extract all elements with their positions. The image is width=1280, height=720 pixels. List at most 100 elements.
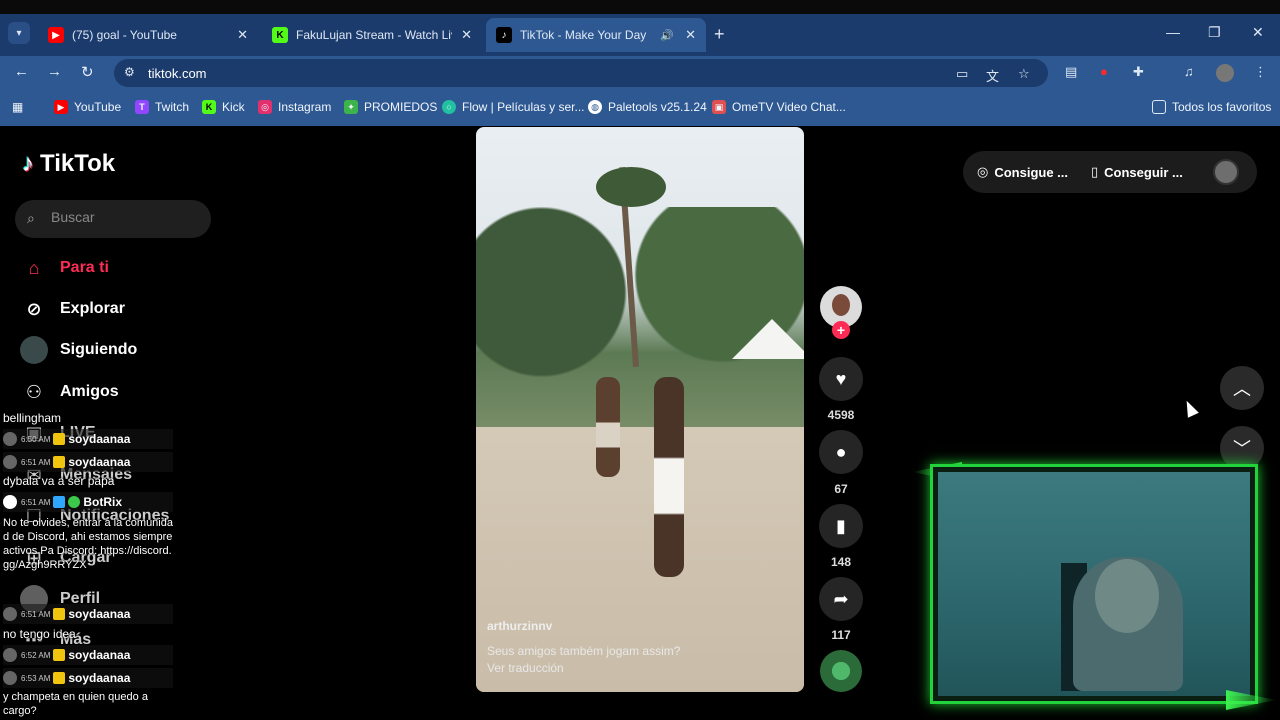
follow-button[interactable]: +: [832, 321, 850, 339]
puzzle-icon[interactable]: ✚: [1133, 64, 1144, 80]
site-info-icon[interactable]: ⚙: [124, 65, 135, 79]
nav-siguiendo[interactable]: Siguiendo: [20, 335, 137, 365]
video-author[interactable]: arthurzinnv: [487, 619, 552, 633]
bookmark-promiedos[interactable]: ✦ PROMIEDOS: [344, 100, 437, 114]
bookmark-instagram[interactable]: ◎ Instagram: [258, 100, 331, 114]
save-button[interactable]: ▮: [819, 504, 863, 548]
bookmark-paletools[interactable]: ◍ Paletools v25.1.24: [588, 100, 707, 114]
chat-text: dybala va a ser papa: [3, 474, 115, 488]
extension-icon[interactable]: ▤: [1065, 64, 1077, 80]
bookmark-kick[interactable]: K Kick: [202, 100, 245, 114]
opera-icon[interactable]: ●: [1100, 64, 1108, 79]
search-box[interactable]: ⌕: [15, 200, 211, 238]
speaker-icon[interactable]: 🔊: [660, 29, 674, 42]
chat-avatar: [3, 648, 17, 662]
music-disc[interactable]: [820, 650, 862, 692]
previous-video-button[interactable]: ︿: [1220, 366, 1264, 410]
menu-icon[interactable]: ⋮: [1254, 64, 1267, 80]
chat-text: No te olvides, entrar a la comunidad de …: [3, 517, 173, 571]
screen: ▾ ▶ (75) goal - YouTube ✕ K FakuLujan St…: [0, 0, 1280, 720]
kick-icon: K: [272, 27, 288, 43]
bookmark-label: OmeTV Video Chat...: [732, 100, 846, 114]
chat-message: 6:51 AM soydaanaa: [3, 452, 173, 472]
user-avatar[interactable]: [1213, 159, 1239, 185]
tab-title: (75) goal - YouTube: [72, 28, 177, 42]
get-app-button[interactable]: ▯ Conseguir ...: [1091, 164, 1183, 180]
nav-label: Amigos: [60, 383, 119, 400]
verified-badge-icon: [68, 496, 81, 508]
bookmark-label: Flow | Películas y ser...: [462, 100, 585, 114]
video-player-figure: [596, 377, 620, 477]
restore-icon[interactable]: ❐: [1208, 24, 1221, 41]
like-button[interactable]: ♥: [819, 357, 863, 401]
nav-explorar[interactable]: ⊘ Explorar: [20, 294, 125, 324]
bookmark-twitch[interactable]: T Twitch: [135, 100, 189, 114]
bookmark-label: YouTube: [74, 100, 122, 114]
nav-para-ti[interactable]: ⌂ Para ti: [20, 253, 109, 283]
chat-time: 6:53 AM: [21, 673, 51, 683]
back-icon[interactable]: ←: [14, 63, 29, 80]
close-icon[interactable]: ✕: [237, 27, 248, 43]
nav-amigos[interactable]: ⚇ Amigos: [20, 377, 119, 407]
video-player[interactable]: arthurzinnv Seus amigos também jogam ass…: [476, 127, 804, 692]
chat-avatar: [3, 432, 17, 446]
nav-label: Explorar: [60, 300, 125, 317]
chat-message: 6:51 AM BotRix: [3, 492, 173, 512]
bookmark-ometv[interactable]: ▣ OmeTV Video Chat...: [712, 100, 846, 114]
translate-link[interactable]: Ver traducción: [487, 661, 564, 675]
close-icon[interactable]: ✕: [685, 27, 696, 43]
webcam-overlay: [930, 464, 1258, 704]
chat-avatar: [3, 607, 17, 621]
tab-youtube[interactable]: ▶ (75) goal - YouTube ✕: [38, 18, 258, 52]
chat-user: BotRix: [83, 495, 123, 509]
chat-user: soydaanaa: [68, 607, 131, 621]
comment-button[interactable]: ●: [819, 430, 863, 474]
crown-badge-icon: [53, 672, 66, 684]
reload-icon[interactable]: ↻: [81, 63, 94, 81]
top-strip: [0, 0, 1280, 14]
tab-kick[interactable]: K FakuLujan Stream - Watch Live ✕: [262, 18, 482, 52]
ometv-icon: ▣: [712, 100, 726, 114]
search-input[interactable]: [51, 209, 201, 225]
profile-avatar[interactable]: [1216, 64, 1234, 82]
top-right-bar: ◎ Consigue ... ▯ Conseguir ...: [963, 151, 1257, 193]
new-tab-button[interactable]: +: [714, 24, 725, 45]
chat-user: soydaanaa: [68, 455, 131, 469]
apps-icon[interactable]: ▦: [12, 100, 23, 114]
address-bar[interactable]: ⚙ tiktok.com ▭ 文 ☆: [114, 59, 1048, 87]
video-palm-top: [596, 167, 666, 207]
chat-message: 6:51 AM soydaanaa: [3, 604, 173, 624]
search-icon: ⌕: [27, 210, 35, 226]
forward-icon[interactable]: →: [47, 63, 62, 80]
minimize-icon[interactable]: —: [1166, 24, 1180, 40]
chat-text: y champeta en quien quedo a cargo?: [3, 691, 148, 717]
chat-time: 6:51 AM: [21, 457, 51, 467]
share-button[interactable]: ➦: [819, 577, 863, 621]
crown-badge-icon: [53, 456, 66, 468]
translate-icon[interactable]: 文: [986, 66, 999, 85]
bookmark-flow[interactable]: ○ Flow | Películas y ser...: [442, 100, 585, 114]
url-text: tiktok.com: [148, 66, 207, 81]
coin-icon: ◎: [977, 164, 989, 179]
get-coins-button[interactable]: ◎ Consigue ...: [977, 164, 1068, 180]
promiedos-icon: ✦: [344, 100, 358, 114]
bookmark-star-icon[interactable]: ☆: [1018, 66, 1030, 82]
globe-icon: ◍: [588, 100, 602, 114]
bookmark-youtube[interactable]: ▶ YouTube: [54, 100, 121, 114]
close-icon[interactable]: ✕: [461, 27, 472, 43]
tab-search-button[interactable]: ▾: [8, 22, 30, 44]
tab-bar: ▾ ▶ (75) goal - YouTube ✕ K FakuLujan St…: [0, 14, 1280, 56]
close-window-icon[interactable]: ✕: [1252, 24, 1264, 41]
heart-icon: ♥: [835, 368, 847, 389]
tab-title: FakuLujan Stream - Watch Live: [296, 28, 452, 42]
media-icon[interactable]: ♫: [1184, 64, 1194, 79]
app-label: Conseguir ...: [1104, 164, 1183, 180]
all-bookmarks[interactable]: Todos los favoritos: [1152, 100, 1271, 114]
chat-message: 6:52 AM soydaanaa: [3, 645, 173, 665]
bookmark-label: Twitch: [155, 100, 190, 114]
tiktok-logo[interactable]: ♪ TikTok: [22, 150, 115, 178]
install-app-icon[interactable]: ▭: [956, 66, 968, 82]
crown-badge-icon: [53, 649, 66, 661]
bot-badge-icon: [53, 496, 66, 508]
tab-tiktok[interactable]: ♪ TikTok - Make Your Day 🔊 ✕: [486, 18, 706, 52]
